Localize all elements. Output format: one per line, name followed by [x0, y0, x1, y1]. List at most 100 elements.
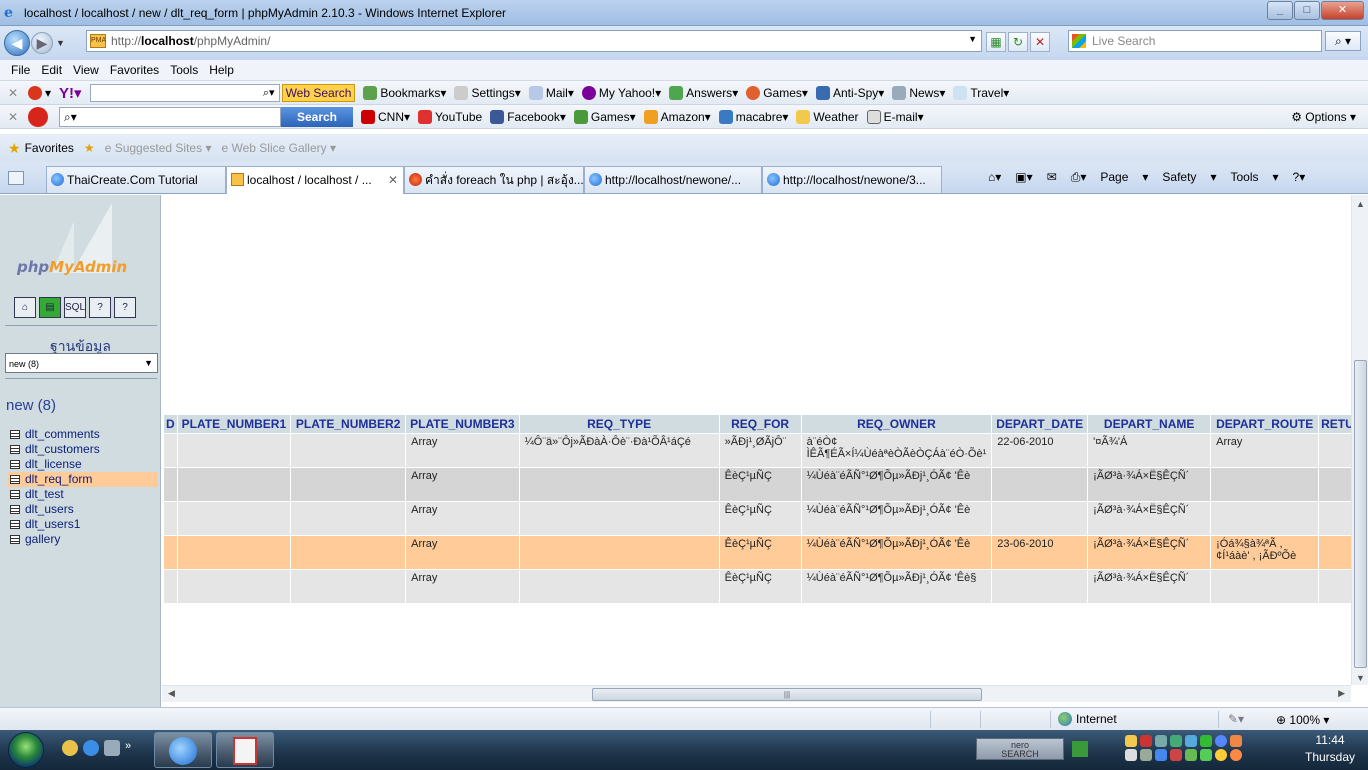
display-icon[interactable]	[1155, 749, 1167, 761]
tab-newone-2[interactable]: http://localhost/newone/3...	[762, 166, 942, 193]
toolbar-item-bookmarks[interactable]: Bookmarks ▾	[363, 85, 446, 100]
home-icon[interactable]: ⌂▾	[988, 170, 1001, 185]
database-title-link[interactable]: new (8)	[6, 397, 56, 414]
table-link-gallery[interactable]: gallery	[8, 532, 158, 547]
phpmyadmin-logo[interactable]: phpMyAdmin	[12, 203, 150, 289]
toolbar-item-games[interactable]: Games ▾	[746, 85, 808, 100]
table-row[interactable]: Array ÊèÇ¹µÑÇ ¼Ùéà¨éÃÑ°¹Ø¶Õµ»ÃÐj¹¸ÓÃ¢ 'Ê…	[164, 570, 1358, 603]
search-go-button[interactable]: ⌕ ▾	[1325, 31, 1361, 51]
quick-launch-more-icon[interactable]: »	[125, 740, 131, 756]
help-icon[interactable]: ?▾	[1293, 170, 1306, 185]
app-icon[interactable]	[1230, 735, 1242, 747]
toolbar-item-news[interactable]: News ▾	[892, 85, 945, 100]
sql-icon[interactable]: SQL	[64, 297, 86, 318]
close-toolbar-icon[interactable]: ✕	[8, 110, 20, 124]
docs-icon[interactable]: ?	[89, 297, 111, 318]
column-header-depart-route[interactable]: DEPART_ROUTE	[1211, 415, 1319, 433]
menu-favorites[interactable]: Favorites	[110, 63, 159, 77]
menu-tools[interactable]: Tools	[170, 63, 198, 77]
menu-file[interactable]: File	[11, 63, 30, 77]
tab-newone-1[interactable]: http://localhost/newone/...	[584, 166, 762, 193]
security-zone[interactable]: Internet	[1058, 712, 1117, 726]
network-icon[interactable]	[1155, 735, 1167, 747]
app-icon[interactable]	[1185, 749, 1197, 761]
favorites-button[interactable]: Favorites	[25, 141, 74, 155]
ask-logo-icon[interactable]	[28, 106, 51, 127]
column-header-depart-name[interactable]: DEPART_NAME	[1088, 415, 1211, 433]
nero-search-button[interactable]: nero SEARCH	[976, 738, 1064, 760]
device-icon[interactable]	[1170, 735, 1182, 747]
stop-icon[interactable]: ✕	[1030, 32, 1050, 52]
quick-tabs-icon[interactable]	[8, 171, 24, 185]
start-button-icon[interactable]	[8, 732, 44, 768]
toolbar-item-travel[interactable]: Travel ▾	[953, 85, 1009, 100]
shield-icon[interactable]	[1125, 735, 1137, 747]
table-link-dlt-test[interactable]: dlt_test	[8, 487, 158, 502]
toolbar-item-settings[interactable]: Settings ▾	[454, 85, 521, 100]
toolbar-item-youtube[interactable]: YouTube	[418, 109, 482, 124]
maximize-button[interactable]: □	[1294, 1, 1320, 20]
toolbar-item-mail[interactable]: Mail ▾	[528, 85, 574, 100]
vertical-scroll-thumb[interactable]	[1354, 360, 1367, 668]
quick-launch-app-icon[interactable]	[104, 740, 120, 756]
favorites-star-icon[interactable]: ★	[8, 140, 21, 157]
database-select[interactable]: new (8) ▼	[5, 353, 158, 373]
smiley-icon[interactable]	[1230, 749, 1242, 761]
column-header-depart-date[interactable]: DEPART_DATE	[992, 415, 1088, 433]
address-dropdown-icon[interactable]: ▼	[968, 34, 977, 44]
table-link-dlt-comments[interactable]: dlt_comments	[8, 427, 158, 442]
tab-foreach-php[interactable]: คำสั่ง foreach ใน php | สะอุ้ง...	[404, 166, 584, 193]
toolbar-item-amazon[interactable]: Amazon ▾	[643, 109, 711, 124]
web-search-button[interactable]: Web Search	[281, 83, 356, 102]
ask-search-input[interactable]: ⌕▾	[59, 106, 281, 127]
tray-arrow-icon[interactable]	[1072, 741, 1088, 757]
toolbar-item-facebook[interactable]: Facebook ▾	[490, 109, 566, 124]
menu-help[interactable]: Help	[209, 63, 234, 77]
scroll-up-icon[interactable]: ▲	[1356, 199, 1365, 209]
recent-pages-dropdown-icon[interactable]: ▼	[56, 38, 65, 48]
page-menu[interactable]: Page ▾	[1100, 170, 1148, 185]
safety-menu[interactable]: Safety ▾	[1162, 170, 1216, 185]
column-header-d[interactable]: D	[164, 415, 177, 433]
toolbar-item-cnn[interactable]: CNN ▾	[361, 109, 410, 124]
column-header-req-owner[interactable]: REQ_OWNER	[801, 415, 992, 433]
mysql-docs-icon[interactable]: ?	[114, 297, 136, 318]
tab-thaicreate[interactable]: ThaiCreate.Com Tutorial	[46, 166, 226, 193]
scroll-down-icon[interactable]: ▼	[1356, 673, 1365, 683]
web-slice-gallery-link[interactable]: e Web Slice Gallery ▾	[221, 141, 336, 155]
column-header-plate-number2[interactable]: PLATE_NUMBER2	[291, 415, 406, 433]
toolbar-item-answers[interactable]: Answers ▾	[669, 85, 738, 100]
toolbar-item-my-yahoo[interactable]: My Yahoo! ▾	[581, 85, 661, 100]
firefox-icon[interactable]: ▾	[28, 85, 51, 100]
menu-edit[interactable]: Edit	[41, 63, 62, 77]
yahoo-logo-icon[interactable]: Y!▾	[59, 84, 82, 102]
scroll-right-icon[interactable]: ▶	[1338, 688, 1345, 699]
tools-menu[interactable]: Tools ▾	[1230, 170, 1278, 185]
protected-mode-icon[interactable]: ✎▾	[1228, 712, 1244, 726]
horizontal-scroll-thumb[interactable]: |||	[592, 688, 982, 701]
table-link-dlt-users1[interactable]: dlt_users1	[8, 517, 158, 532]
app-icon[interactable]	[1200, 749, 1212, 761]
feeds-icon[interactable]: ▣▾	[1015, 170, 1032, 185]
column-header-req-for[interactable]: REQ_FOR	[719, 415, 801, 433]
taskbar-ie-button[interactable]	[154, 732, 212, 768]
close-tab-icon[interactable]: ✕	[388, 167, 398, 193]
table-link-dlt-license[interactable]: dlt_license	[8, 457, 158, 472]
toolbar-options-button[interactable]: ⚙ Options ▾	[1291, 110, 1356, 124]
close-button[interactable]: ✕	[1321, 1, 1364, 20]
taskbar-clock[interactable]: 11:44 Thursday	[1296, 732, 1364, 766]
toolbar-item-games-ask[interactable]: Games ▾	[573, 109, 636, 124]
query-window-icon[interactable]: ▤	[39, 297, 61, 318]
compatibility-view-icon[interactable]: ▦	[986, 32, 1006, 52]
play-icon[interactable]	[1200, 735, 1212, 747]
zoom-level[interactable]: ⊕ 100% ▾	[1276, 713, 1329, 727]
back-button[interactable]: ◀	[4, 30, 30, 56]
security-icon[interactable]	[1140, 735, 1152, 747]
table-row[interactable]: Array ¼Ô¨ä»¨Ôj»ÃÐàÀ·Ôè¨·Ðà¹ÕÂ¹áÇé »ÃÐj¹¸…	[164, 434, 1358, 467]
column-header-req-type[interactable]: REQ_TYPE	[519, 415, 719, 433]
live-search-field[interactable]: Live Search	[1068, 30, 1322, 52]
taskbar-app-button[interactable]	[216, 732, 274, 768]
table-link-dlt-customers[interactable]: dlt_customers	[8, 442, 158, 457]
toolbar-item-email[interactable]: E-mail ▾	[866, 109, 924, 124]
toolbar-item-weather[interactable]: Weather	[796, 109, 859, 124]
